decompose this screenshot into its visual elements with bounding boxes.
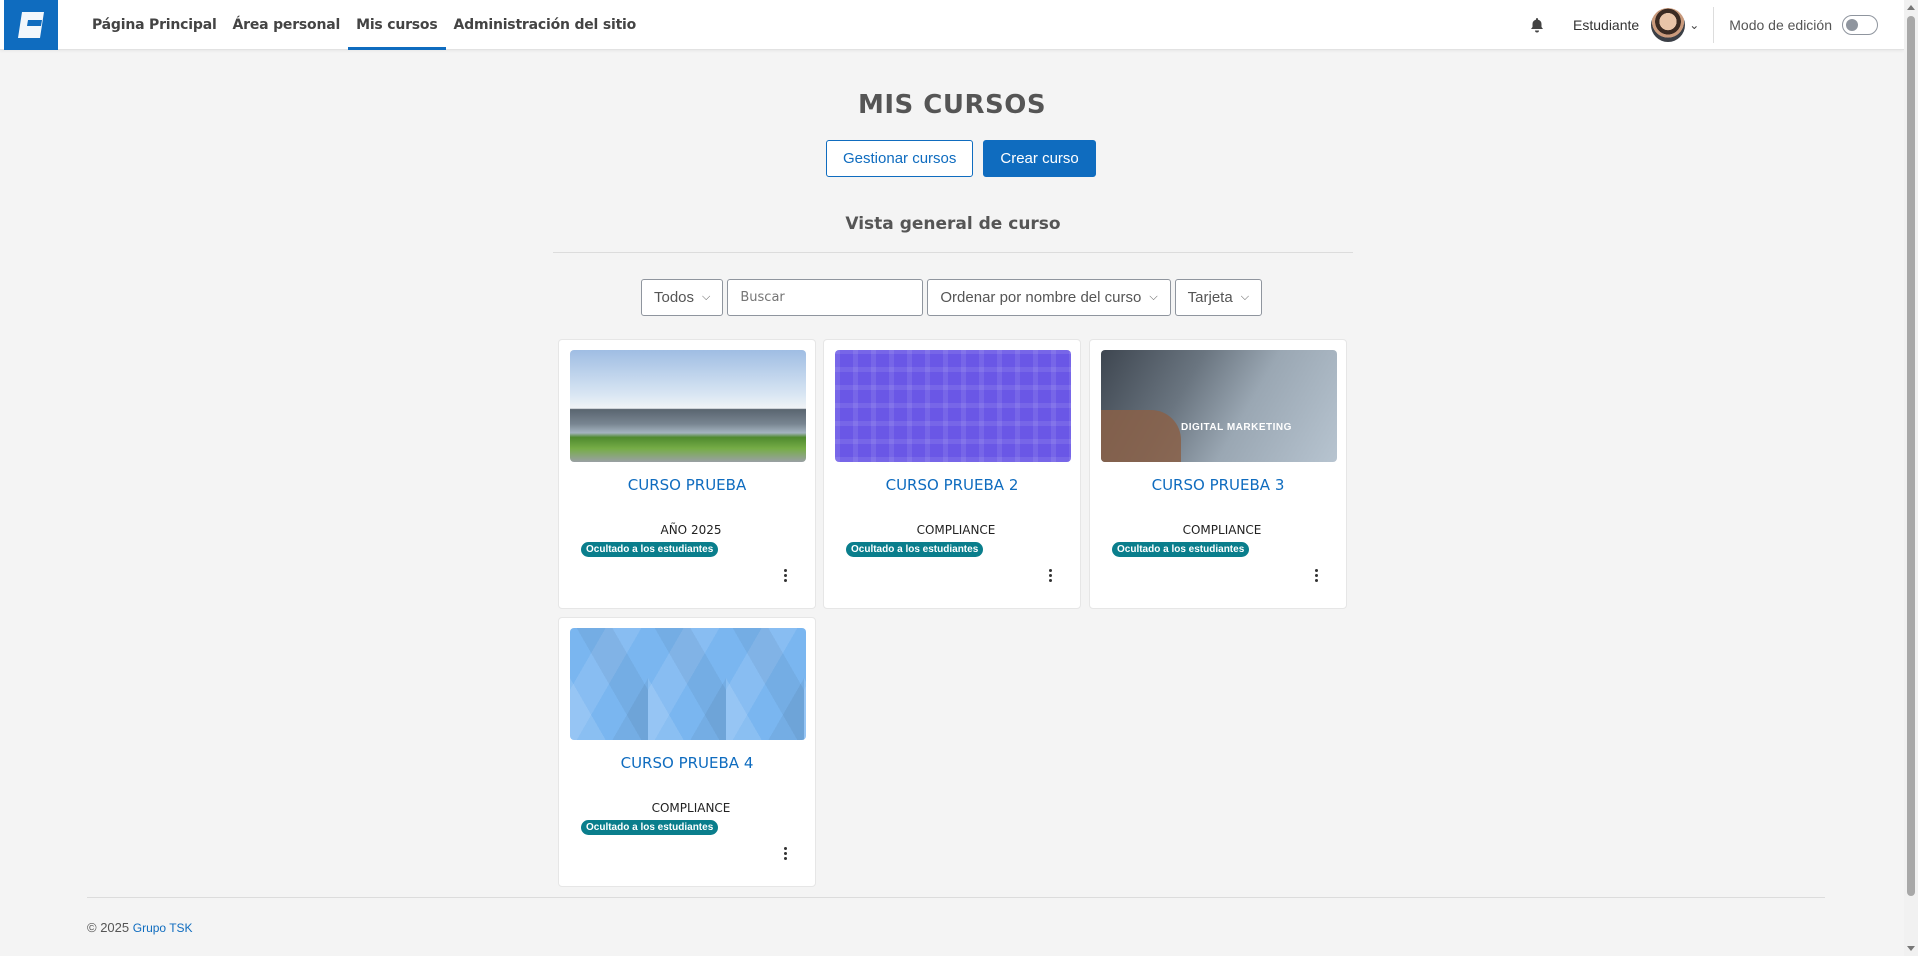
top-navbar: Página Principal Área personal Mis curso… bbox=[0, 0, 1904, 50]
image-caption: DIGITAL MARKETING bbox=[1181, 422, 1292, 433]
course-image[interactable] bbox=[570, 350, 806, 462]
grouping-dropdown[interactable]: Todos ⌵ bbox=[641, 279, 724, 316]
search-input[interactable] bbox=[727, 279, 924, 316]
hidden-from-students-badge: Ocultado a los estudiantes bbox=[846, 542, 984, 557]
chevron-down-icon: ⌵ bbox=[1149, 291, 1158, 303]
edit-mode-label: Modo de edición bbox=[1729, 16, 1832, 33]
chevron-down-icon: ⌵ bbox=[702, 291, 711, 303]
scrollbar-thumb[interactable] bbox=[1907, 16, 1915, 896]
nav-home[interactable]: Página Principal bbox=[84, 0, 225, 50]
primary-navigation: Página Principal Área personal Mis curso… bbox=[84, 0, 644, 50]
course-card[interactable]: DIGITAL MARKETING CURSO PRUEBA 3 COMPLIA… bbox=[1089, 339, 1347, 609]
footer-divider bbox=[87, 897, 1825, 898]
course-title-link[interactable]: CURSO PRUEBA 3 bbox=[1090, 476, 1346, 494]
course-actions: Gestionar cursos Crear curso bbox=[826, 140, 1096, 177]
course-filters: Todos ⌵ Ordenar por nombre del curso ⌵ T… bbox=[641, 279, 1263, 316]
course-menu-kebab-icon[interactable] bbox=[1311, 569, 1321, 582]
course-title-link[interactable]: CURSO PRUEBA 2 bbox=[824, 476, 1080, 494]
course-menu-kebab-icon[interactable] bbox=[780, 569, 790, 582]
scroll-down-arrow-icon[interactable] bbox=[1907, 946, 1915, 951]
course-image[interactable] bbox=[570, 628, 806, 740]
hidden-from-students-badge: Ocultado a los estudiantes bbox=[581, 820, 719, 835]
sort-value: Ordenar por nombre del curso bbox=[940, 289, 1142, 306]
course-image[interactable]: DIGITAL MARKETING bbox=[1101, 350, 1337, 462]
course-category: AÑO 2025 bbox=[660, 523, 722, 537]
divider bbox=[1713, 6, 1715, 43]
nav-my-courses[interactable]: Mis cursos bbox=[348, 0, 446, 50]
create-course-button[interactable]: Crear curso bbox=[983, 140, 1096, 177]
nav-dashboard[interactable]: Área personal bbox=[225, 0, 349, 50]
hidden-from-students-badge: Ocultado a los estudiantes bbox=[1112, 542, 1250, 557]
hand-graphic bbox=[1101, 410, 1181, 462]
edit-mode-toggle[interactable] bbox=[1842, 14, 1878, 35]
nav-site-admin[interactable]: Administración del sitio bbox=[446, 0, 645, 50]
course-image[interactable] bbox=[835, 350, 1071, 462]
notifications-bell-icon[interactable] bbox=[1529, 17, 1545, 33]
course-title-link[interactable]: CURSO PRUEBA 4 bbox=[559, 754, 815, 772]
footer: © 2025 Grupo TSK bbox=[87, 920, 193, 935]
page-scrollbar[interactable] bbox=[1904, 0, 1918, 956]
course-menu-kebab-icon[interactable] bbox=[780, 847, 790, 860]
hidden-from-students-badge: Ocultado a los estudiantes bbox=[581, 542, 719, 557]
course-category: COMPLIANCE bbox=[916, 523, 996, 537]
course-card[interactable]: CURSO PRUEBA AÑO 2025 Ocultado a los est… bbox=[558, 339, 816, 609]
course-category: COMPLIANCE bbox=[1182, 523, 1262, 537]
chevron-down-icon[interactable]: ⌄ bbox=[1689, 18, 1699, 32]
page-title: MIS CURSOS bbox=[857, 90, 1047, 120]
course-menu-kebab-icon[interactable] bbox=[1045, 569, 1055, 582]
view-value: Tarjeta bbox=[1187, 289, 1233, 306]
view-dropdown[interactable]: Tarjeta ⌵ bbox=[1174, 279, 1263, 316]
course-title-link[interactable]: CURSO PRUEBA bbox=[559, 476, 815, 494]
manage-courses-button[interactable]: Gestionar cursos bbox=[826, 140, 974, 177]
user-menu-area: Estudiante ⌄ Modo de edición bbox=[1529, 0, 1904, 50]
course-card[interactable]: CURSO PRUEBA 2 COMPLIANCE Ocultado a los… bbox=[823, 339, 1081, 609]
course-card[interactable]: CURSO PRUEBA 4 COMPLIANCE Ocultado a los… bbox=[558, 617, 816, 887]
section-divider bbox=[553, 252, 1353, 253]
scroll-up-arrow-icon[interactable] bbox=[1907, 5, 1915, 10]
user-avatar[interactable] bbox=[1651, 7, 1686, 42]
user-name[interactable]: Estudiante bbox=[1573, 17, 1639, 33]
sort-dropdown[interactable]: Ordenar por nombre del curso ⌵ bbox=[927, 279, 1171, 316]
grouping-value: Todos bbox=[654, 289, 695, 306]
course-overview-heading: Vista general de curso bbox=[845, 214, 1061, 234]
copyright-text: © 2025 bbox=[87, 920, 130, 935]
footer-company-link[interactable]: Grupo TSK bbox=[133, 921, 193, 935]
site-logo[interactable] bbox=[4, 0, 58, 50]
course-category: COMPLIANCE bbox=[651, 801, 731, 815]
chevron-down-icon: ⌵ bbox=[1240, 291, 1250, 303]
